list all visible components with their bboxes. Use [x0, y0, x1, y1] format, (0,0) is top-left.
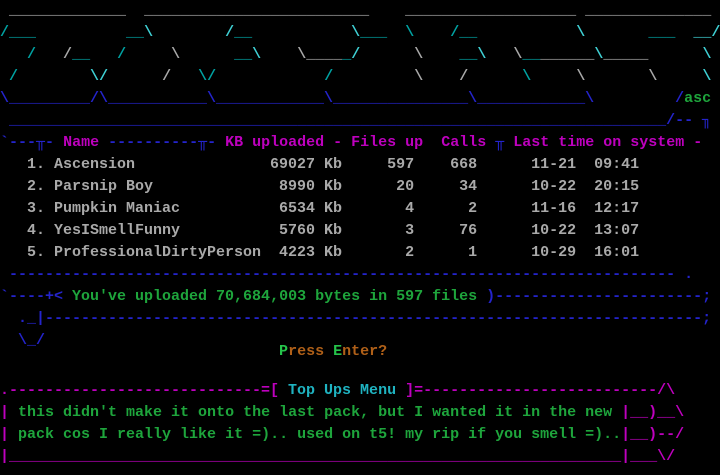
table-top-border: ________________________________________…: [0, 110, 720, 132]
table-row-3: 3. Pumpkin Maniac 6534 Kb 4 2 11-16 12:1…: [0, 198, 639, 220]
table-row-5: 5. ProfessionalDirtyPerson 4223 Kb 2 1 1…: [0, 242, 639, 264]
ascii-art-row-2: /___ __\ /__ \___ \ /__ \ ___ __/: [0, 22, 720, 44]
table-bottom-border: ----------------------------------------…: [0, 264, 693, 286]
menu-bottom-border: |_______________________________________…: [0, 446, 675, 468]
ascii-art-row-5: \_________/\___________\____________\___…: [0, 88, 720, 110]
table-row-1: 1. Ascension 69027 Kb 597 668 11-21 09:4…: [0, 154, 639, 176]
ascii-art-row-1: _____________ _________________________ …: [0, 0, 711, 22]
summary-bottom-border: ._|-------------------------------------…: [0, 308, 720, 330]
table-row-2: 2. Parsnip Boy 8990 Kb 20 34 10-22 20:15: [0, 176, 639, 198]
upload-summary-line: `----+< You've uploaded 70,684,003 bytes…: [0, 286, 720, 308]
press-enter-prompt: Press Enter?: [0, 341, 387, 363]
table-row-4: 4. YesISmellFunny 5760 Kb 3 76 10-22 13:…: [0, 220, 639, 242]
ascii-art-row-4: / \/ / \/ / \ / \ \ \ \: [0, 66, 720, 88]
terminal-screen[interactable]: _____________ _________________________ …: [0, 0, 720, 475]
ascii-art-row-3: / /__ / \ __\ \_____/ \ __\ \________\__…: [0, 44, 720, 66]
menu-note-line-2: | pack cos I really like it =).. used on…: [0, 424, 684, 446]
menu-top-border: .----------------------------=[ Top Ups …: [0, 380, 675, 402]
table-header: `---╥- Name ----------╥- KB uploaded - F…: [0, 132, 720, 154]
menu-note-line-1: | this didn't make it onto the last pack…: [0, 402, 684, 424]
